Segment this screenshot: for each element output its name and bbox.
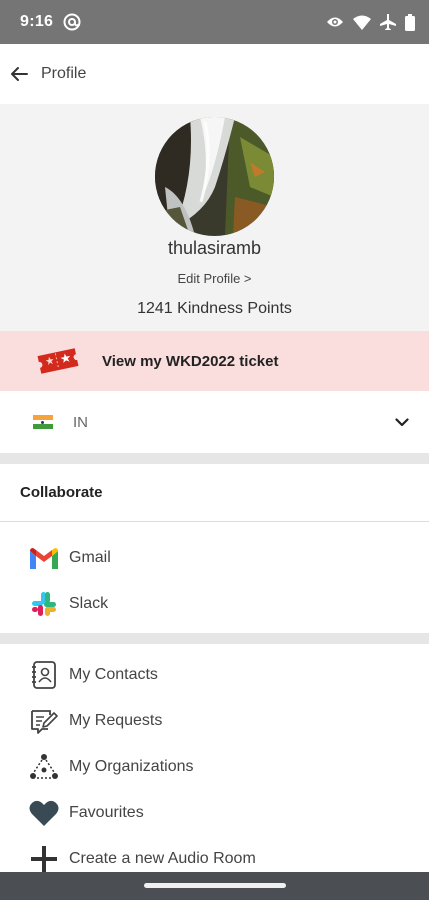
edit-profile-link[interactable]: Edit Profile > xyxy=(0,271,429,286)
status-left: 9:16 xyxy=(20,13,81,31)
status-right xyxy=(326,13,415,31)
chevron-down-icon xyxy=(395,418,409,427)
slack-label: Slack xyxy=(69,595,109,612)
page-title: Profile xyxy=(41,65,87,82)
at-sign-icon xyxy=(63,13,81,31)
status-time: 9:16 xyxy=(20,13,54,30)
ticket-label: View my WKD2022 ticket xyxy=(102,352,279,370)
gmail-item[interactable]: Gmail xyxy=(0,535,429,581)
section-divider xyxy=(0,453,429,464)
back-button[interactable] xyxy=(0,44,38,104)
ticket-banner[interactable]: View my WKD2022 ticket xyxy=(0,331,429,391)
gmail-icon xyxy=(29,543,59,573)
battery-icon xyxy=(405,13,415,31)
app-bar: Profile xyxy=(0,44,429,104)
arrow-left-icon xyxy=(11,67,28,81)
my-contacts-item[interactable]: My Contacts xyxy=(0,652,429,698)
my-organizations-label: My Organizations xyxy=(69,758,194,775)
navigation-bar xyxy=(0,872,429,900)
organization-icon xyxy=(29,752,59,782)
home-gesture-handle[interactable] xyxy=(144,883,286,888)
slack-icon xyxy=(29,589,59,619)
username: thulasiramb xyxy=(167,238,262,258)
wifi-icon xyxy=(353,15,371,30)
create-audio-room-label: Create a new Audio Room xyxy=(69,850,256,867)
requests-edit-icon xyxy=(29,706,59,736)
profile-section: thulasiramb Edit Profile > 1241 Kindness… xyxy=(0,104,429,331)
my-requests-label: My Requests xyxy=(69,712,163,729)
kindness-points: 1241 Kindness Points xyxy=(137,300,292,317)
favourites-label: Favourites xyxy=(69,804,144,821)
my-organizations-item[interactable]: My Organizations xyxy=(0,744,429,790)
ticket-icon xyxy=(37,348,79,374)
country-code: IN xyxy=(73,413,88,431)
eye-icon xyxy=(326,15,344,29)
collaborate-header: Collaborate xyxy=(0,464,429,522)
slack-item[interactable]: Slack xyxy=(0,581,429,627)
country-selector[interactable]: IN xyxy=(0,391,429,453)
status-bar: 9:16 xyxy=(0,0,429,44)
india-flag-icon xyxy=(33,415,53,430)
my-requests-item[interactable]: My Requests xyxy=(0,698,429,744)
avatar[interactable] xyxy=(155,117,274,236)
my-contacts-label: My Contacts xyxy=(69,666,158,683)
airplane-icon xyxy=(380,14,396,30)
contacts-book-icon xyxy=(29,660,59,690)
gmail-label: Gmail xyxy=(69,549,111,566)
section-divider xyxy=(0,633,429,644)
plus-icon xyxy=(29,844,59,874)
favourites-item[interactable]: Favourites xyxy=(0,790,429,836)
heart-icon xyxy=(29,798,59,828)
